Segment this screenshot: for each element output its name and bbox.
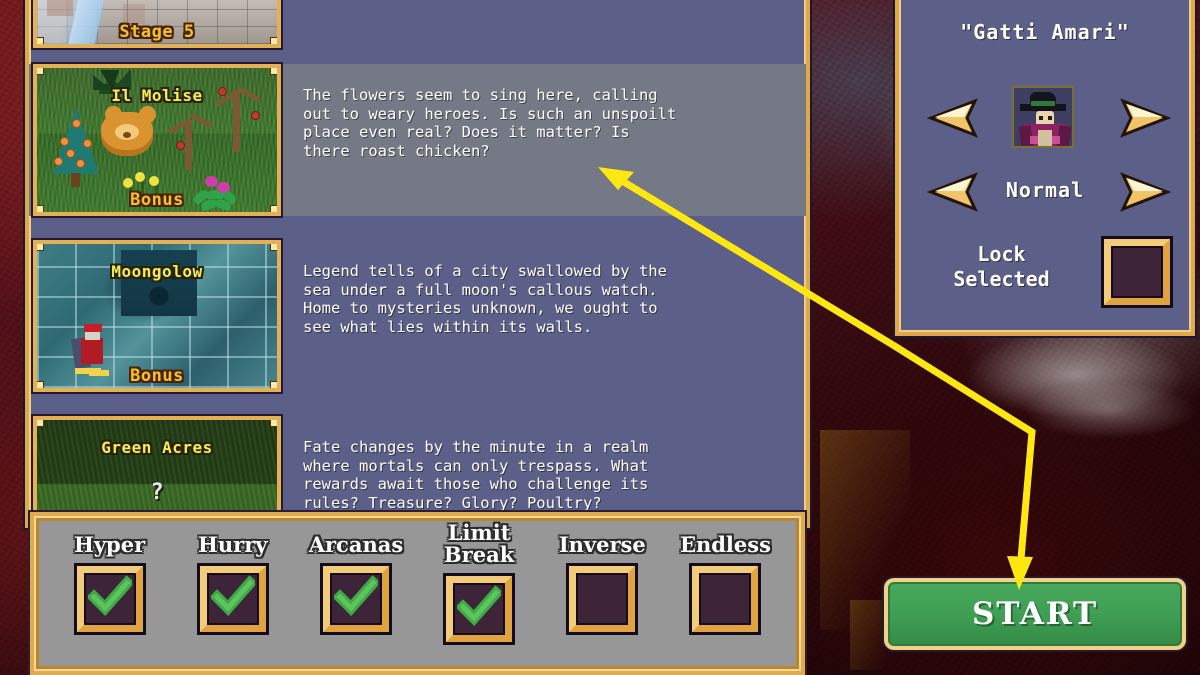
lock-selected-label: Lock Selected (953, 242, 1050, 291)
option-endless[interactable]: Endless (664, 534, 787, 632)
lock-selected-checkbox[interactable] (1104, 239, 1170, 305)
check-icon (210, 575, 255, 617)
right-arrow-icon (1120, 172, 1172, 212)
stage-description: The flowers seem to sing here, calling o… (303, 86, 677, 160)
start-button-label: START (971, 596, 1099, 632)
option-checkbox-inverse[interactable] (569, 566, 636, 632)
option-checkbox-endless[interactable] (692, 566, 759, 632)
unknown-marker: ? (150, 480, 164, 505)
start-button[interactable]: START (884, 578, 1186, 650)
stage-thumbnail[interactable]: Stage 5 (33, 0, 281, 48)
check-icon (457, 585, 502, 627)
check-icon (87, 575, 132, 617)
stage-tag: Bonus (130, 190, 184, 210)
option-label: Inverse (558, 532, 646, 557)
stage-thumbnail[interactable]: Il Molise Bonus (33, 64, 281, 216)
stage-tag: Bonus (130, 366, 184, 386)
option-label: Hyper (74, 532, 146, 557)
stage-row[interactable]: Il Molise Bonus The flowers seem to sing… (29, 64, 806, 216)
character-portrait[interactable] (1012, 86, 1074, 148)
prev-character-button[interactable] (926, 98, 981, 138)
stage-description: Legend tells of a city swallowed by the … (303, 262, 667, 336)
option-label: Limit Break (443, 520, 515, 567)
right-arrow-icon (1120, 98, 1172, 138)
bare-tree-icon (185, 120, 192, 170)
stage-tag: Stage 5 (119, 22, 195, 42)
stage-title: Moongolow (111, 262, 203, 281)
character-name: "Gatti Amari" (960, 20, 1130, 44)
option-hurry[interactable]: Hurry (171, 534, 294, 632)
stage-select-panel: Stage 5 Il Molise Bonus The flowers seem… (25, 0, 810, 528)
option-checkbox-hyper[interactable] (76, 566, 143, 632)
option-label: Hurry (198, 532, 268, 557)
option-label: Arcanas (308, 532, 404, 557)
stage-description (281, 0, 806, 48)
character-select-panel: "Gatti Amari" Normal Lock Selected (895, 0, 1195, 336)
next-character-button[interactable] (1117, 98, 1172, 138)
game-screen: Stage 5 Il Molise Bonus The flowers seem… (0, 0, 1200, 675)
stage-title: Il Molise (111, 86, 203, 105)
stage-title: Green Acres (101, 438, 213, 457)
ornate-floor-motif (121, 250, 197, 316)
stage-thumbnail[interactable]: Moongolow Bonus (33, 240, 281, 392)
options-toolbar: Hyper Hurry Arcanas Limit Break Inverse … (30, 512, 805, 675)
option-label: Endless (679, 532, 771, 557)
option-inverse[interactable]: Inverse (541, 534, 664, 632)
next-difficulty-button[interactable] (1117, 172, 1172, 212)
check-icon (333, 575, 378, 617)
stage-row[interactable]: Stage 5 (29, 0, 806, 48)
left-arrow-icon (926, 98, 978, 138)
option-checkbox-arcanas[interactable] (322, 566, 389, 632)
option-limit-break[interactable]: Limit Break (418, 522, 541, 642)
option-hyper[interactable]: Hyper (48, 534, 171, 632)
option-checkbox-limit-break[interactable] (446, 576, 513, 642)
stage-row[interactable]: Moongolow Bonus Legend tells of a city s… (29, 240, 806, 392)
option-arcanas[interactable]: Arcanas (294, 534, 417, 632)
fruit-tree-trunk (71, 173, 80, 187)
option-checkbox-hurry[interactable] (199, 566, 266, 632)
